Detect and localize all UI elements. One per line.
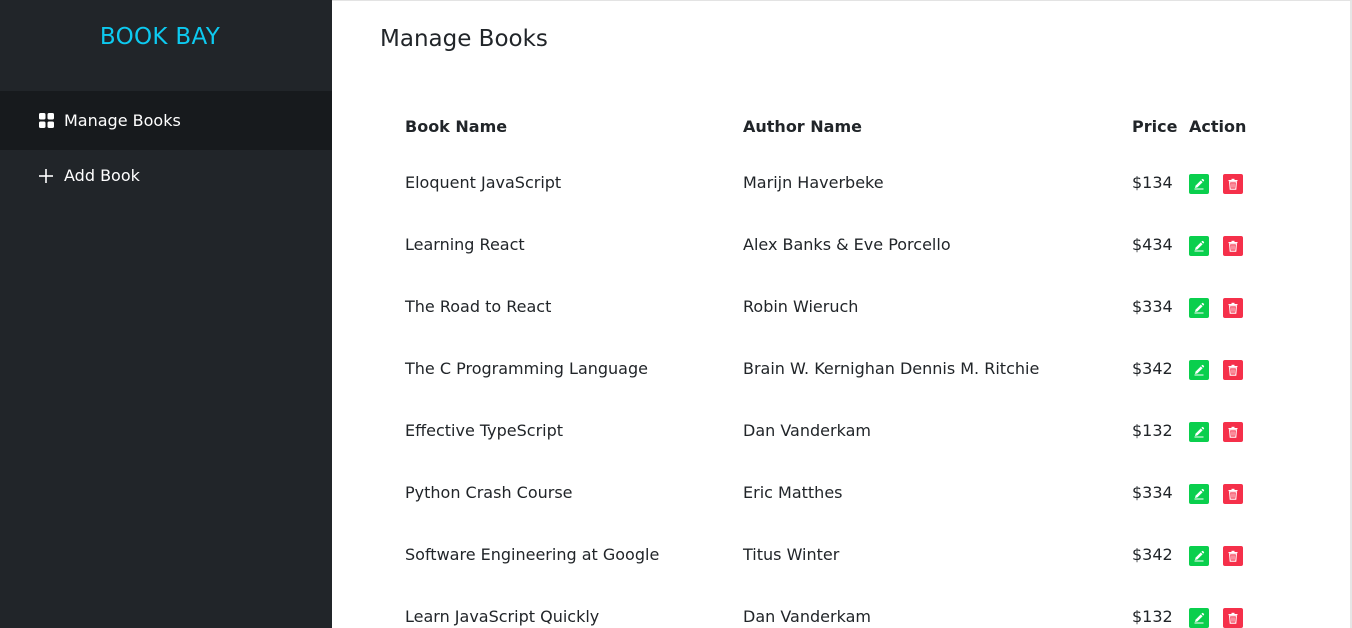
- price-cell: $342: [1132, 359, 1173, 378]
- price-cell: $132: [1132, 421, 1173, 440]
- book-name-cell: The C Programming Language: [405, 359, 648, 378]
- app: BOOK BAY Manage Books Add Book Manage Bo…: [0, 0, 1352, 628]
- author-name-cell: Marijn Haverbeke: [743, 173, 884, 192]
- row-actions: [1189, 608, 1243, 628]
- row-actions: [1189, 360, 1243, 380]
- grid-icon: [38, 113, 54, 129]
- edit-button[interactable]: [1189, 360, 1209, 380]
- pencil-icon: [1194, 426, 1205, 438]
- delete-button[interactable]: [1223, 174, 1243, 194]
- delete-button[interactable]: [1223, 360, 1243, 380]
- edit-button[interactable]: [1189, 298, 1209, 318]
- row-actions: [1189, 546, 1243, 566]
- table-row: The Road to React Robin Wieruch $334: [405, 277, 1275, 339]
- author-name-cell: Dan Vanderkam: [743, 607, 871, 626]
- trash-icon: [1228, 612, 1238, 624]
- row-actions: [1189, 484, 1243, 504]
- pencil-icon: [1194, 612, 1205, 624]
- pencil-icon: [1194, 550, 1205, 562]
- delete-button[interactable]: [1223, 608, 1243, 628]
- book-name-cell: The Road to React: [405, 297, 552, 316]
- price-cell: $132: [1132, 607, 1173, 626]
- row-actions: [1189, 298, 1243, 318]
- brand-logo[interactable]: BOOK BAY: [0, 24, 320, 50]
- book-name-cell: Effective TypeScript: [405, 421, 564, 440]
- delete-button[interactable]: [1223, 484, 1243, 504]
- delete-button[interactable]: [1223, 546, 1243, 566]
- table-row: The C Programming Language Brain W. Kern…: [405, 339, 1275, 401]
- trash-icon: [1228, 364, 1238, 376]
- header-action: Action: [1189, 117, 1247, 136]
- table-row: Effective TypeScript Dan Vanderkam $132: [405, 401, 1275, 463]
- trash-icon: [1228, 550, 1238, 562]
- table-row: Learn JavaScript Quickly Dan Vanderkam $…: [405, 587, 1275, 628]
- header-book-name: Book Name: [405, 117, 508, 136]
- delete-button[interactable]: [1223, 298, 1243, 318]
- table-row: Python Crash Course Eric Matthes $334: [405, 463, 1275, 525]
- author-name-cell: Eric Matthes: [743, 483, 843, 502]
- price-cell: $334: [1132, 297, 1173, 316]
- row-actions: [1189, 422, 1243, 442]
- price-cell: $134: [1132, 173, 1173, 192]
- trash-icon: [1228, 426, 1238, 438]
- pencil-icon: [1194, 364, 1205, 376]
- price-cell: $434: [1132, 235, 1173, 254]
- books-table: Book Name Author Name Price Action Eloqu…: [405, 97, 1275, 628]
- table-body: Eloquent JavaScript Marijn Haverbeke $13…: [405, 153, 1275, 628]
- pencil-icon: [1194, 302, 1205, 314]
- delete-button[interactable]: [1223, 236, 1243, 256]
- author-name-cell: Brain W. Kernighan Dennis M. Ritchie: [743, 359, 1040, 378]
- author-name-cell: Robin Wieruch: [743, 297, 859, 316]
- book-name-cell: Python Crash Course: [405, 483, 573, 502]
- author-name-cell: Titus Winter: [743, 545, 840, 564]
- header-author-name: Author Name: [743, 117, 862, 136]
- table-row: Eloquent JavaScript Marijn Haverbeke $13…: [405, 153, 1275, 215]
- trash-icon: [1228, 488, 1238, 500]
- book-name-cell: Eloquent JavaScript: [405, 173, 562, 192]
- author-name-cell: Dan Vanderkam: [743, 421, 871, 440]
- main-content: Manage Books Book Name Author Name Price…: [332, 0, 1352, 628]
- table-header-row: Book Name Author Name Price Action: [405, 97, 1275, 153]
- sidebar-item-manage-books[interactable]: Manage Books: [0, 91, 332, 150]
- trash-icon: [1228, 302, 1238, 314]
- row-actions: [1189, 174, 1243, 194]
- trash-icon: [1228, 178, 1238, 190]
- edit-button[interactable]: [1189, 174, 1209, 194]
- table-row: Software Engineering at Google Titus Win…: [405, 525, 1275, 587]
- pencil-icon: [1194, 488, 1205, 500]
- sidebar-item-label: Manage Books: [64, 111, 181, 130]
- trash-icon: [1228, 240, 1238, 252]
- sidebar-item-label: Add Book: [64, 166, 140, 185]
- edit-button[interactable]: [1189, 484, 1209, 504]
- page-title: Manage Books: [380, 26, 548, 52]
- header-price: Price: [1132, 117, 1178, 136]
- price-cell: $342: [1132, 545, 1173, 564]
- edit-button[interactable]: [1189, 236, 1209, 256]
- book-name-cell: Learning React: [405, 235, 525, 254]
- delete-button[interactable]: [1223, 422, 1243, 442]
- table-row: Learning React Alex Banks & Eve Porcello…: [405, 215, 1275, 277]
- price-cell: $334: [1132, 483, 1173, 502]
- sidebar: BOOK BAY Manage Books Add Book: [0, 0, 332, 628]
- book-name-cell: Learn JavaScript Quickly: [405, 607, 600, 626]
- edit-button[interactable]: [1189, 546, 1209, 566]
- pencil-icon: [1194, 178, 1205, 190]
- book-name-cell: Software Engineering at Google: [405, 545, 660, 564]
- sidebar-item-add-book[interactable]: Add Book: [0, 146, 332, 205]
- edit-button[interactable]: [1189, 422, 1209, 442]
- author-name-cell: Alex Banks & Eve Porcello: [743, 235, 951, 254]
- edit-button[interactable]: [1189, 608, 1209, 628]
- row-actions: [1189, 236, 1243, 256]
- plus-icon: [38, 168, 54, 184]
- pencil-icon: [1194, 240, 1205, 252]
